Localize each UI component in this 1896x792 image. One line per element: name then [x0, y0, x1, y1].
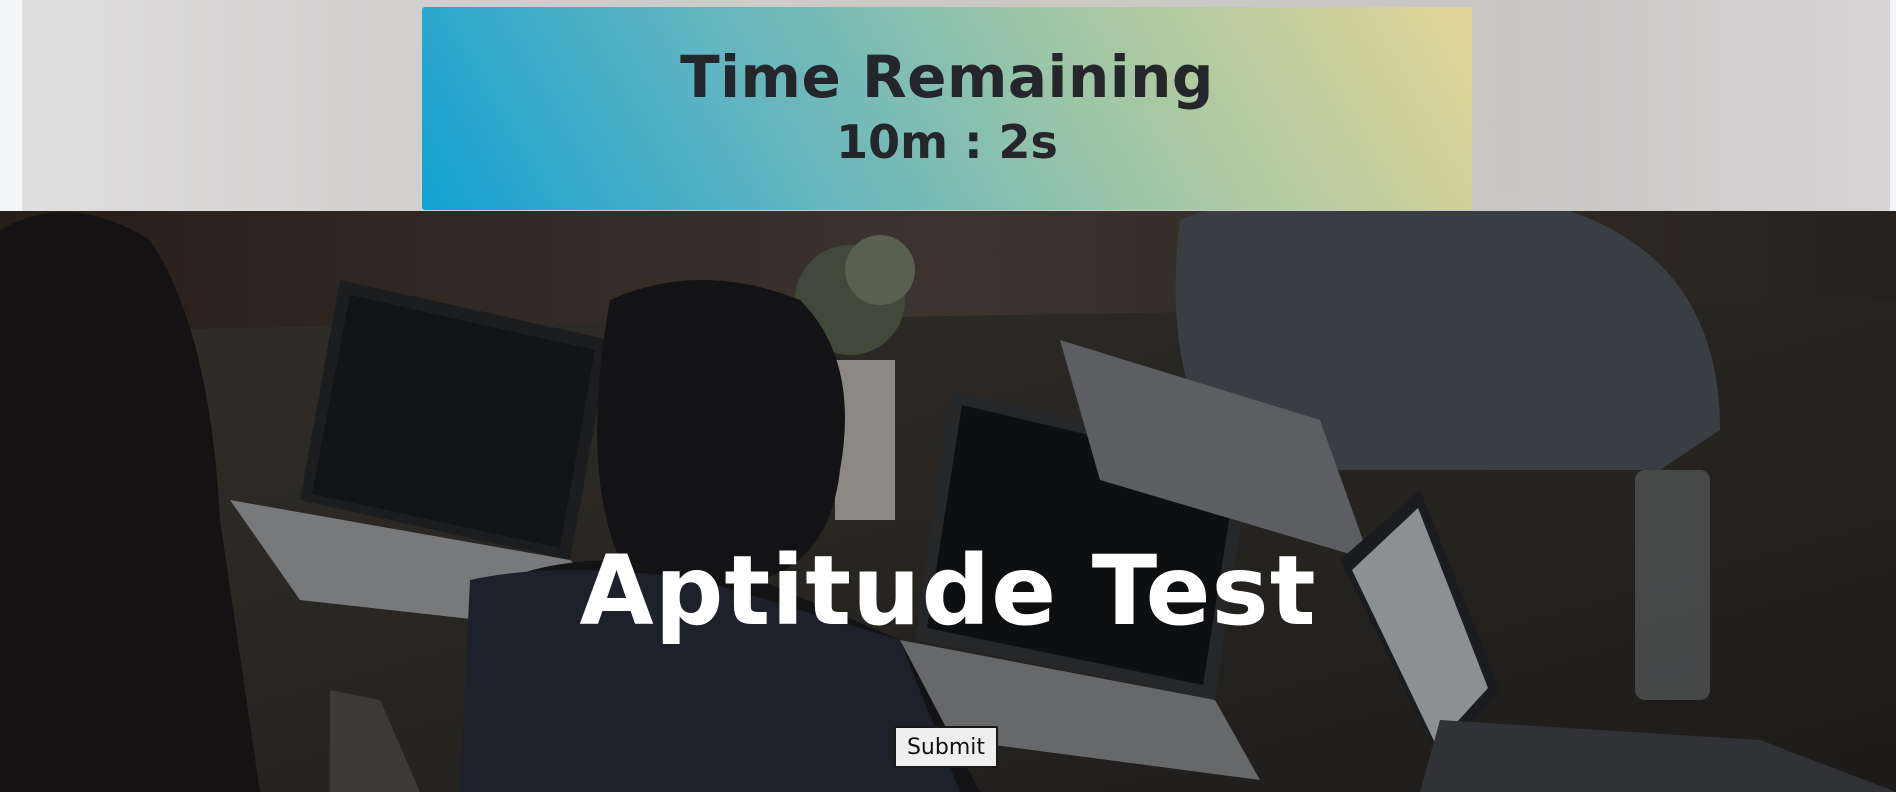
- timer-countdown: 10m : 2s: [836, 115, 1058, 169]
- timer-banner: Time Remaining 10m : 2s: [422, 7, 1472, 210]
- submit-button[interactable]: Submit: [894, 726, 998, 768]
- page-title: Aptitude Test: [579, 535, 1317, 647]
- header-band-edge: [0, 0, 22, 211]
- header-band-edge: [1890, 0, 1896, 211]
- timer-title: Time Remaining: [680, 43, 1214, 111]
- page: Time Remaining 10m : 2s Aptitude Test Su…: [0, 0, 1896, 792]
